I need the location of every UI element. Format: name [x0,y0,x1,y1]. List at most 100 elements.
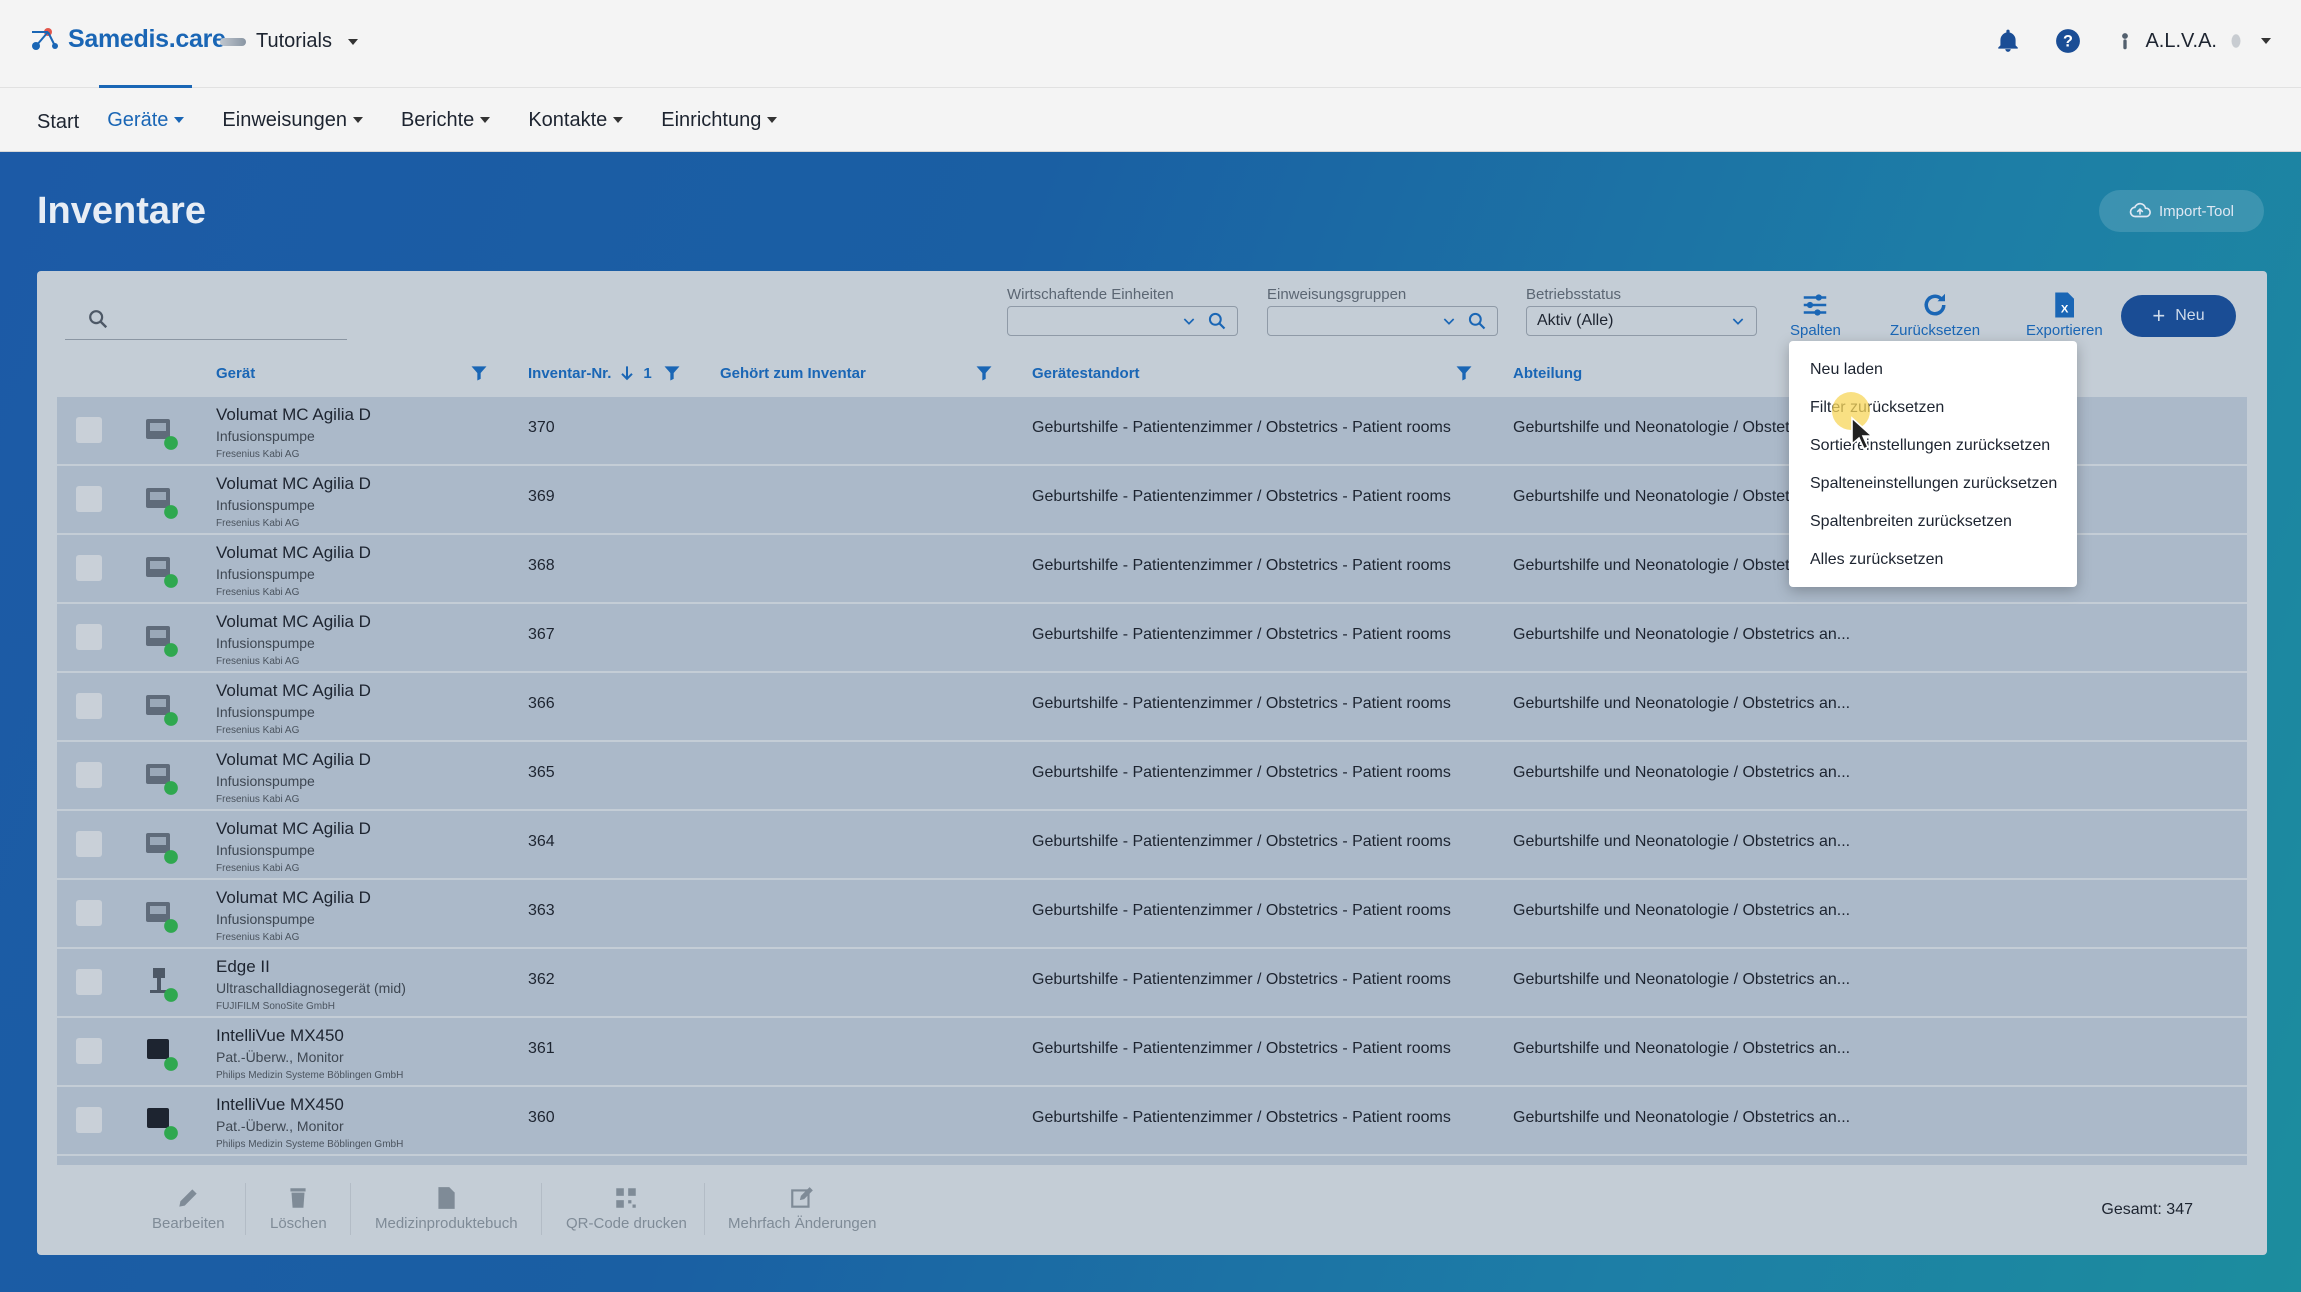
menu-item-reset-column-widths[interactable]: Spaltenbreiten zurücksetzen [1789,503,2077,541]
filter-icon [976,366,992,381]
table-row[interactable]: Volumat MC Agilia D Infusionspumpe Freseni… [57,673,2247,741]
row-checkbox[interactable] [76,831,102,857]
columns-button[interactable]: Spalten [1790,290,1841,339]
department: Geburtshilfe und Neonatologie / Obstetri… [1513,833,1851,850]
column-header-inventar-nr[interactable]: Inventar-Nr. 1 [528,350,652,396]
nav-item-label: Start [37,110,80,133]
status-dot-icon [164,712,178,726]
medical-device-book-button[interactable]: Medizinproduktebuch [375,1185,518,1232]
qr-print-button[interactable]: QR-Code drucken [566,1185,687,1232]
filter-label: Einweisungsgruppen [1267,286,1407,303]
device-manufacturer: Philips Medizin Systeme Böblingen GmbH [216,1070,404,1081]
device-thumbnail [143,965,178,1002]
column-header-abteilung[interactable]: Abteilung [1513,350,1582,396]
user-menu[interactable]: A.L.V.A. [2115,28,2271,54]
qr-print-label: QR-Code drucken [566,1215,687,1232]
sort-index: 1 [643,364,652,382]
device-name: Volumat MC Agilia D [216,888,371,907]
column-header-standort[interactable]: Gerätestandort [1032,350,1140,396]
table-row[interactable]: Volumat MC Agilia D Infusionspumpe Freseni… [57,811,2247,879]
filter-icon[interactable] [974,350,994,396]
nav-item-label: Kontakte [528,108,608,131]
table-row[interactable]: Volumat MC Agilia D Infusionspumpe Freseni… [57,742,2247,810]
toolbar-divider [245,1183,246,1235]
wirtschaftende-einheiten-filter[interactable]: Wirtschaftende Einheiten [1007,286,1238,336]
nav-item-start[interactable]: Start [37,90,79,154]
tenant-name: Tutorials [256,30,332,52]
reset-button[interactable]: Zurücksetzen [1890,290,1980,339]
new-button[interactable]: + Neu [2121,295,2236,337]
device-manufacturer: Fresenius Kabi AG [216,449,300,460]
search-icon [89,309,108,328]
row-checkbox[interactable] [76,1038,102,1064]
samedis-logo[interactable]: Samedis.care [28,22,226,56]
row-checkbox[interactable] [76,969,102,995]
menu-item-reset-sort[interactable]: Sortiereinstellungen zurücksetzen [1789,427,2077,465]
betriebsstatus-select[interactable]: Aktiv (Alle) [1526,306,1757,336]
row-checkbox[interactable] [76,900,102,926]
device-location: Geburtshilfe - Patientenzimmer / Obstetr… [1032,833,1451,850]
nav-item-kontakte[interactable]: Kontakte [528,88,624,152]
column-header-gehoert[interactable]: Gehört zum Inventar [720,350,866,396]
filter-icon [1456,366,1472,381]
filter-icon[interactable] [662,350,682,396]
chevron-down-icon [613,117,624,123]
edit-button[interactable]: Bearbeiten [152,1185,225,1232]
nav-item-berichte[interactable]: Berichte [401,88,491,152]
help-icon[interactable]: ? [2055,28,2081,54]
bulk-edit-button[interactable]: Mehrfach Änderungen [728,1185,876,1232]
table-row[interactable]: Volumat MC Agilia D Infusionspumpe Freseni… [57,880,2247,948]
search-icon[interactable] [1207,311,1227,331]
search-input[interactable] [65,298,347,340]
nav-item-einrichtung[interactable]: Einrichtung [661,88,778,152]
toolbar-divider [350,1183,351,1235]
row-checkbox[interactable] [76,555,102,581]
row-checkbox[interactable] [76,762,102,788]
menu-item-reset-all[interactable]: Alles zurücksetzen [1789,541,2077,579]
table-row[interactable]: Volumat MC Agilia D Infusionspumpe Freseni… [57,604,2247,672]
row-checkbox[interactable] [76,693,102,719]
row-checkbox[interactable] [76,1107,102,1133]
table-row[interactable]: IntelliVue MX450 Pat.-Überw., Monitor Phil… [57,1087,2247,1155]
status-dot-icon [164,781,178,795]
betriebsstatus-filter[interactable]: Betriebsstatus Aktiv (Alle) [1526,286,1757,336]
wirtschaftende-einheiten-select[interactable] [1007,306,1238,336]
row-checkbox[interactable] [76,417,102,443]
device-name: Volumat MC Agilia D [216,405,371,424]
device-name: IntelliVue MX450 [216,1095,344,1114]
device-name: Volumat MC Agilia D [216,750,371,769]
chevron-down-icon [347,38,358,45]
chevron-down-icon [174,117,185,123]
table-row[interactable]: IntelliVue MX450 Pat.-Überw., Monitor Phil… [57,1018,2247,1086]
import-tool-button[interactable]: Import-Tool [2099,190,2264,232]
device-name: Edge II [216,957,270,976]
device-thumbnail [143,1103,178,1140]
search-icon[interactable] [1467,311,1487,331]
export-button[interactable]: X Exportieren [2026,290,2103,339]
table-row[interactable]: Edge II Ultraschalldiagnosegerät (mid) FUJ… [57,949,2247,1017]
filter-icon[interactable] [1454,350,1474,396]
row-checkbox[interactable] [76,624,102,650]
department: Geburtshilfe und Neonatologie / Obstetri… [1513,626,1851,643]
row-checkbox[interactable] [76,486,102,512]
nav-item-einweisungen[interactable]: Einweisungen [222,88,363,152]
bell-icon[interactable] [1995,28,2021,54]
einweisungsgruppen-select[interactable] [1267,306,1498,336]
delete-button[interactable]: Löschen [270,1185,327,1232]
tenant-selector[interactable]: Tutorials [220,30,358,53]
filter-icon[interactable] [469,350,489,396]
menu-item-reload[interactable]: Neu laden [1789,351,2077,389]
inventory-number: 366 [528,695,555,712]
einweisungsgruppen-filter[interactable]: Einweisungsgruppen [1267,286,1498,336]
table-row[interactable]: IntelliVue MX450 [57,1156,2247,1165]
refresh-icon [1924,293,1946,316]
device-thumbnail [143,551,178,588]
inventory-number: 370 [528,419,555,436]
menu-item-reset-columns[interactable]: Spalteneinstellungen zurücksetzen [1789,465,2077,503]
filter-label: Betriebsstatus [1526,286,1622,303]
device-location: Geburtshilfe - Patientenzimmer / Obstetr… [1032,626,1451,643]
column-header-geraet[interactable]: Gerät [216,350,255,396]
export-label: Exportieren [2026,322,2103,339]
device-type: Pat.-Überw., Monitor [216,1118,344,1134]
nav-item-geraete[interactable]: Geräte [99,85,193,152]
